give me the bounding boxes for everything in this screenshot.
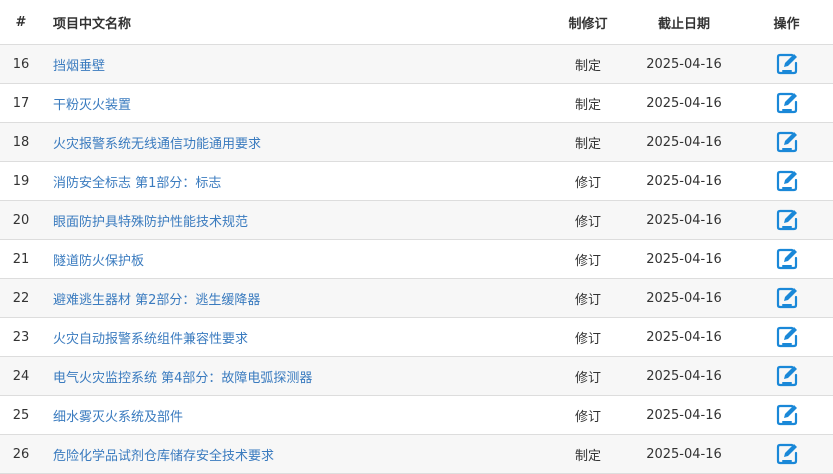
table-row: 17 干粉灭火装置 制定 2025-04-16 (0, 83, 833, 123)
project-name-link[interactable]: 消防安全标志 第1部分：标志 (53, 176, 221, 191)
edit-icon[interactable] (775, 130, 799, 154)
row-number: 21 (0, 239, 42, 279)
header-deadline: 截止日期 (628, 0, 740, 45)
project-name-link[interactable]: 火灾自动报警系统组件兼容性要求 (53, 332, 248, 347)
project-name-link[interactable]: 避难逃生器材 第2部分：逃生缓降器 (53, 293, 260, 308)
project-name-link[interactable]: 电气火灾监控系统 第4部分：故障电弧探测器 (53, 371, 312, 386)
row-deadline: 2025-04-16 (628, 161, 740, 201)
row-deadline: 2025-04-16 (628, 44, 740, 84)
table-row: 20 眼面防护具特殊防护性能技术规范 修订 2025-04-16 (0, 200, 833, 240)
table-row: 26 危险化学品试剂仓库储存安全技术要求 制定 2025-04-16 (0, 434, 833, 474)
row-number: 25 (0, 395, 42, 435)
table-row: 25 细水雾灭火系统及部件 修订 2025-04-16 (0, 395, 833, 435)
project-name-link[interactable]: 细水雾灭火系统及部件 (53, 410, 183, 425)
header-project-name: 项目中文名称 (42, 0, 548, 45)
header-revision-type: 制修订 (548, 0, 628, 45)
table-row: 16 挡烟垂壁 制定 2025-04-16 (0, 44, 833, 84)
row-revision-type: 制定 (548, 83, 628, 123)
row-revision-type: 修订 (548, 278, 628, 318)
project-name-link[interactable]: 火灾报警系统无线通信功能通用要求 (53, 137, 261, 152)
row-number: 16 (0, 44, 42, 84)
row-revision-type: 修订 (548, 161, 628, 201)
row-deadline: 2025-04-16 (628, 356, 740, 396)
edit-icon[interactable] (775, 403, 799, 427)
edit-icon[interactable] (775, 286, 799, 310)
edit-icon[interactable] (775, 169, 799, 193)
header-actions: 操作 (740, 0, 833, 45)
row-name-cell: 电气火灾监控系统 第4部分：故障电弧探测器 (42, 356, 548, 396)
row-actions (740, 83, 833, 123)
row-revision-type: 修订 (548, 356, 628, 396)
row-number: 24 (0, 356, 42, 396)
row-revision-type: 制定 (548, 122, 628, 162)
table-row: 21 隧道防火保护板 修订 2025-04-16 (0, 239, 833, 279)
row-name-cell: 消防安全标志 第1部分：标志 (42, 161, 548, 201)
row-name-cell: 细水雾灭火系统及部件 (42, 395, 548, 435)
table-row: 22 避难逃生器材 第2部分：逃生缓降器 修订 2025-04-16 (0, 278, 833, 318)
row-actions (740, 200, 833, 240)
project-name-link[interactable]: 眼面防护具特殊防护性能技术规范 (53, 215, 248, 230)
row-deadline: 2025-04-16 (628, 434, 740, 474)
row-name-cell: 危险化学品试剂仓库储存安全技术要求 (42, 434, 548, 474)
header-row: # 项目中文名称 制修订 截止日期 操作 (0, 0, 833, 45)
row-name-cell: 火灾自动报警系统组件兼容性要求 (42, 317, 548, 357)
project-name-link[interactable]: 干粉灭火装置 (53, 98, 131, 113)
row-revision-type: 修订 (548, 239, 628, 279)
row-deadline: 2025-04-16 (628, 317, 740, 357)
row-name-cell: 挡烟垂壁 (42, 44, 548, 84)
row-name-cell: 火灾报警系统无线通信功能通用要求 (42, 122, 548, 162)
row-actions (740, 161, 833, 201)
edit-icon[interactable] (775, 247, 799, 271)
row-actions (740, 278, 833, 318)
row-name-cell: 隧道防火保护板 (42, 239, 548, 279)
row-name-cell: 避难逃生器材 第2部分：逃生缓降器 (42, 278, 548, 318)
row-number: 26 (0, 434, 42, 474)
row-revision-type: 制定 (548, 44, 628, 84)
row-name-cell: 眼面防护具特殊防护性能技术规范 (42, 200, 548, 240)
row-deadline: 2025-04-16 (628, 200, 740, 240)
row-revision-type: 制定 (548, 434, 628, 474)
table-row: 19 消防安全标志 第1部分：标志 修订 2025-04-16 (0, 161, 833, 201)
row-number: 20 (0, 200, 42, 240)
table-row: 23 火灾自动报警系统组件兼容性要求 修订 2025-04-16 (0, 317, 833, 357)
row-number: 17 (0, 83, 42, 123)
row-actions (740, 434, 833, 474)
row-revision-type: 修订 (548, 317, 628, 357)
row-name-cell: 干粉灭火装置 (42, 83, 548, 123)
row-deadline: 2025-04-16 (628, 278, 740, 318)
edit-icon[interactable] (775, 442, 799, 466)
row-deadline: 2025-04-16 (628, 122, 740, 162)
edit-icon[interactable] (775, 91, 799, 115)
edit-icon[interactable] (775, 364, 799, 388)
project-table: # 项目中文名称 制修订 截止日期 操作 16 挡烟垂壁 制定 2025-04-… (0, 0, 833, 474)
edit-icon[interactable] (775, 325, 799, 349)
project-name-link[interactable]: 危险化学品试剂仓库储存安全技术要求 (53, 449, 274, 464)
row-deadline: 2025-04-16 (628, 239, 740, 279)
row-actions (740, 395, 833, 435)
row-actions (740, 317, 833, 357)
row-actions (740, 44, 833, 84)
edit-icon[interactable] (775, 208, 799, 232)
table-header: # 项目中文名称 制修订 截止日期 操作 (0, 0, 833, 45)
edit-icon[interactable] (775, 52, 799, 76)
row-number: 23 (0, 317, 42, 357)
table-body: 16 挡烟垂壁 制定 2025-04-16 17 干粉灭火装置 制定 2025-… (0, 44, 833, 474)
row-deadline: 2025-04-16 (628, 395, 740, 435)
row-actions (740, 356, 833, 396)
row-revision-type: 修订 (548, 200, 628, 240)
project-name-link[interactable]: 挡烟垂壁 (53, 59, 105, 74)
row-actions (740, 122, 833, 162)
row-number: 18 (0, 122, 42, 162)
header-number: # (0, 0, 42, 45)
row-revision-type: 修订 (548, 395, 628, 435)
table-row: 24 电气火灾监控系统 第4部分：故障电弧探测器 修订 2025-04-16 (0, 356, 833, 396)
project-name-link[interactable]: 隧道防火保护板 (53, 254, 144, 269)
row-actions (740, 239, 833, 279)
row-number: 22 (0, 278, 42, 318)
row-deadline: 2025-04-16 (628, 83, 740, 123)
table-row: 18 火灾报警系统无线通信功能通用要求 制定 2025-04-16 (0, 122, 833, 162)
row-number: 19 (0, 161, 42, 201)
